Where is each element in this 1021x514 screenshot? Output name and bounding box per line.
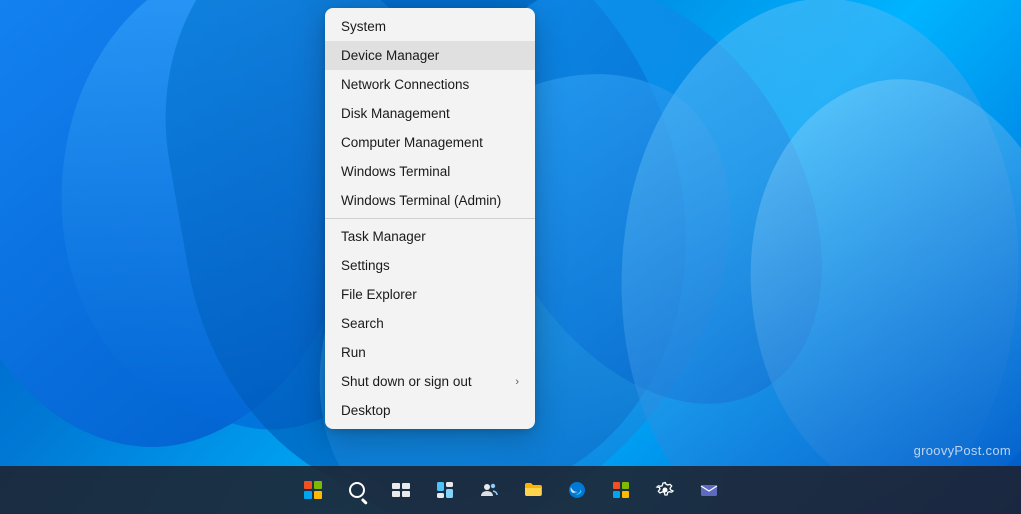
menu-item-network-connections[interactable]: Network Connections xyxy=(325,70,535,99)
mail-icon xyxy=(699,480,719,500)
menu-item-computer-management[interactable]: Computer Management xyxy=(325,128,535,157)
taskbar-store-button[interactable] xyxy=(601,470,641,510)
store-icon xyxy=(611,480,631,500)
menu-item-run[interactable]: Run xyxy=(325,338,535,367)
menu-item-settings[interactable]: Settings xyxy=(325,251,535,280)
menu-item-label-windows-terminal: Windows Terminal xyxy=(341,164,450,179)
taskbar-fileexplorer-button[interactable] xyxy=(513,470,553,510)
teams-icon xyxy=(479,480,499,500)
folder-icon xyxy=(523,480,543,500)
menu-item-label-shutdown-signout: Shut down or sign out xyxy=(341,374,472,389)
menu-item-disk-management[interactable]: Disk Management xyxy=(325,99,535,128)
menu-item-label-run: Run xyxy=(341,345,366,360)
menu-item-file-explorer[interactable]: File Explorer xyxy=(325,280,535,309)
taskbar-edge-button[interactable] xyxy=(557,470,597,510)
menu-item-label-network-connections: Network Connections xyxy=(341,77,469,92)
edge-icon xyxy=(567,480,587,500)
menu-item-label-system: System xyxy=(341,19,386,34)
menu-item-system[interactable]: System xyxy=(325,12,535,41)
taskbar-taskview-button[interactable] xyxy=(381,470,421,510)
menu-item-label-task-manager: Task Manager xyxy=(341,229,426,244)
menu-item-windows-terminal[interactable]: Windows Terminal xyxy=(325,157,535,186)
menu-separator-windows-terminal-admin xyxy=(325,218,535,219)
menu-item-task-manager[interactable]: Task Manager xyxy=(325,222,535,251)
menu-item-windows-terminal-admin[interactable]: Windows Terminal (Admin) xyxy=(325,186,535,215)
menu-item-label-windows-terminal-admin: Windows Terminal (Admin) xyxy=(341,193,501,208)
menu-item-label-search: Search xyxy=(341,316,384,331)
taskbar-teams-button[interactable] xyxy=(469,470,509,510)
taskbar-settings-button[interactable] xyxy=(645,470,685,510)
taskbar-start-button[interactable] xyxy=(293,470,333,510)
task-view-icon xyxy=(391,480,411,500)
menu-item-label-disk-management: Disk Management xyxy=(341,106,450,121)
taskbar xyxy=(0,466,1021,514)
menu-item-search[interactable]: Search xyxy=(325,309,535,338)
windows-logo-icon xyxy=(304,481,322,499)
taskbar-mail-button[interactable] xyxy=(689,470,729,510)
context-menu: System Device Manager Network Connections D… xyxy=(325,8,535,429)
desktop: System Device Manager Network Connections D… xyxy=(0,0,1021,514)
taskbar-search-button[interactable] xyxy=(337,470,377,510)
menu-item-label-settings: Settings xyxy=(341,258,390,273)
watermark: groovyPost.com xyxy=(914,443,1011,458)
menu-item-desktop[interactable]: Desktop xyxy=(325,396,535,425)
menu-item-label-computer-management: Computer Management xyxy=(341,135,483,150)
menu-item-device-manager[interactable]: Device Manager xyxy=(325,41,535,70)
search-icon xyxy=(349,482,365,498)
widgets-icon xyxy=(435,480,455,500)
menu-item-shutdown-signout[interactable]: Shut down or sign out › xyxy=(325,367,535,396)
menu-item-label-file-explorer: File Explorer xyxy=(341,287,417,302)
menu-item-label-device-manager: Device Manager xyxy=(341,48,439,63)
menu-item-label-desktop: Desktop xyxy=(341,403,391,418)
settings-icon xyxy=(655,480,675,500)
taskbar-widgets-button[interactable] xyxy=(425,470,465,510)
menu-item-chevron-shutdown-signout: › xyxy=(515,376,519,388)
